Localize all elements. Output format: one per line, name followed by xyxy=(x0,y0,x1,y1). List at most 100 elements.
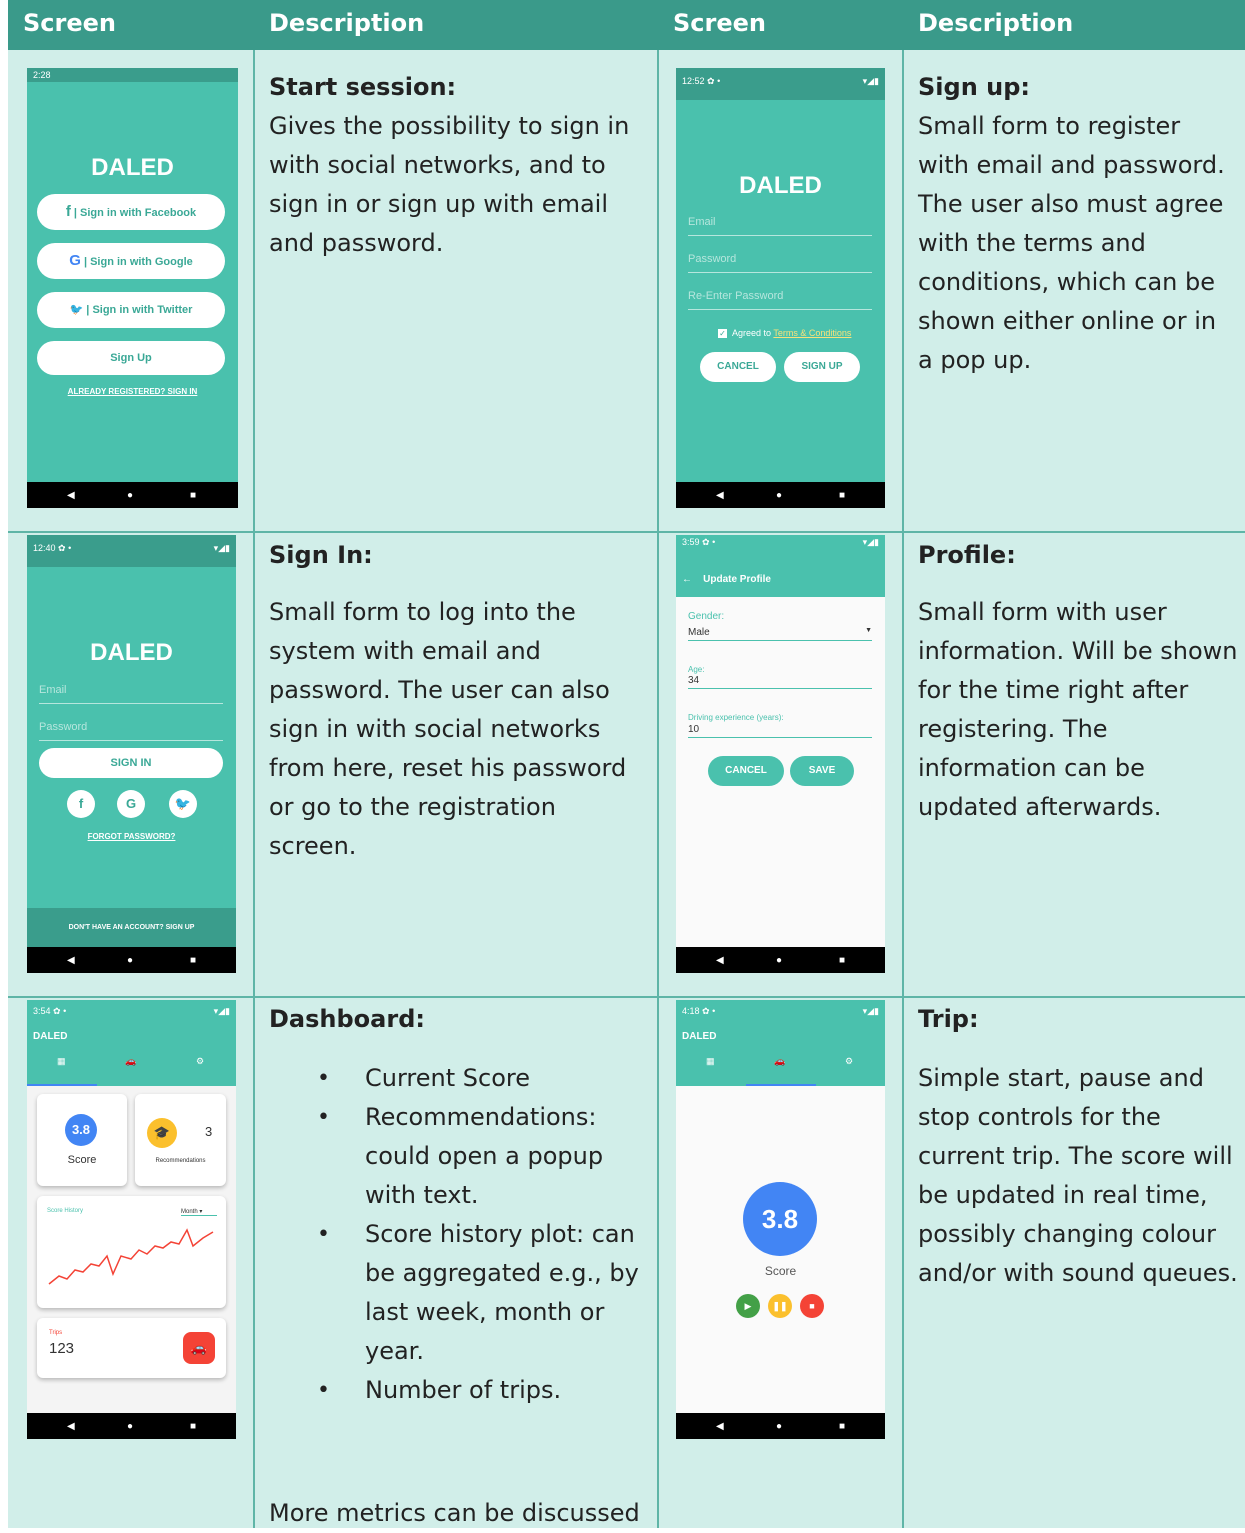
back-icon[interactable]: ◀ xyxy=(67,490,75,501)
android-nav-bar: ◀ ● ■ xyxy=(676,482,885,508)
recents-icon[interactable]: ■ xyxy=(839,490,845,501)
play-icon[interactable]: ▶ xyxy=(736,1294,760,1318)
terms-link[interactable]: Terms & Conditions xyxy=(773,328,851,338)
android-nav-bar: ◀ ● ■ xyxy=(676,1413,885,1439)
reenter-password-field[interactable]: Re-Enter Password xyxy=(688,290,872,310)
recents-icon[interactable]: ■ xyxy=(190,1421,196,1432)
back-icon[interactable]: ◀ xyxy=(67,1421,75,1432)
screen-sign-in: 12:40 ✿ • ▾◢▮ DALED Email Password SIGN I… xyxy=(27,535,236,973)
save-button[interactable]: SAVE xyxy=(790,756,854,786)
bullet-item: Number of trips. xyxy=(317,1371,649,1410)
app-title: DALED xyxy=(33,1031,68,1042)
table-header: Screen Description Screen Description xyxy=(8,0,1245,50)
score-history-title: Score History xyxy=(47,1208,84,1214)
desc-body: Small form with user information. Will b… xyxy=(918,598,1238,821)
score-label: Score xyxy=(67,1154,97,1166)
score-card[interactable]: 3.8 Score xyxy=(37,1094,127,1186)
status-bar: 2:28 xyxy=(27,68,238,82)
score-value: 3.8 xyxy=(65,1114,97,1146)
facebook-signin-button[interactable]: f | Sign in with Facebook xyxy=(37,194,225,230)
screen-profile: 3:59 ✿ • ▾◢▮ ← Update Profile Gender: Mal… xyxy=(676,535,885,973)
screens-table: Screen Description Screen Description St… xyxy=(8,0,1245,1528)
screen-dashboard: 3:54 ✿ • ▾◢▮ DALED ▦ 🚗 ⚙ 3.8 Score 🎓 3 Re… xyxy=(27,1000,236,1439)
sign-up-button[interactable]: Sign Up xyxy=(37,341,225,375)
experience-field[interactable]: 10 xyxy=(688,724,872,738)
trips-card[interactable]: Trips 123 🚗 xyxy=(37,1318,226,1378)
age-label: Age: xyxy=(688,665,705,674)
sign-up-footer[interactable]: DON'T HAVE AN ACCOUNT? SIGN UP xyxy=(27,908,236,947)
recents-icon[interactable]: ■ xyxy=(190,955,196,966)
back-icon[interactable]: ◀ xyxy=(716,1421,724,1432)
desc-body: Gives the possibility to sign in with so… xyxy=(269,112,630,257)
app-logo: DALED xyxy=(91,154,174,181)
stop-icon[interactable]: ■ xyxy=(800,1294,824,1318)
cancel-button[interactable]: CANCEL xyxy=(700,352,776,382)
checkbox-icon[interactable]: ✓ xyxy=(718,329,727,339)
screen-trip: 4:18 ✿ • ▾◢▮ DALED ▦ 🚗 ⚙ 3.8 Score ▶ ❚❚ ■… xyxy=(676,1000,885,1439)
cancel-button[interactable]: CANCEL xyxy=(708,756,784,786)
back-arrow-icon[interactable]: ← xyxy=(682,574,692,585)
gender-label: Gender: xyxy=(688,611,725,622)
email-field[interactable]: Email xyxy=(688,216,872,236)
desc-body: Small form to register with email and pa… xyxy=(918,112,1225,374)
tab-settings-icon[interactable]: ⚙ xyxy=(845,1054,853,1068)
score-history-card: Score History Month ▾ xyxy=(37,1196,226,1308)
desc-title: Sign In: xyxy=(269,541,373,569)
bullet-item: Recommendations: could open a popup with… xyxy=(317,1098,649,1215)
tab-dashboard-icon[interactable]: ▦ xyxy=(706,1054,715,1068)
dropdown-arrow-icon: ▼ xyxy=(865,627,872,634)
home-icon[interactable]: ● xyxy=(776,1421,782,1432)
twitter-icon[interactable]: 🐦 xyxy=(169,790,197,818)
google-icon[interactable]: G xyxy=(117,790,145,818)
gender-select[interactable]: Male ▼ xyxy=(688,627,872,641)
bullet-item: Score history plot: can be aggregated e.… xyxy=(317,1215,649,1371)
desc-profile: Profile: Small form with user informatio… xyxy=(918,536,1238,827)
tab-car-icon[interactable]: 🚗 xyxy=(774,1054,785,1068)
email-field[interactable]: Email xyxy=(39,684,223,704)
home-icon[interactable]: ● xyxy=(127,490,133,501)
desc-trip: Trip: Simple start, pause and stop contr… xyxy=(918,1000,1243,1293)
graduation-cap-icon: 🎓 xyxy=(147,1118,177,1148)
screen-sign-up: 12:52 ✿ • ▾◢▮ DALED Email Password Re-Ent… xyxy=(676,68,885,508)
terms-checkbox-row[interactable]: ✓ Agreed to Terms & Conditions xyxy=(718,328,851,339)
recents-icon[interactable]: ■ xyxy=(839,955,845,966)
facebook-icon[interactable]: f xyxy=(67,790,95,818)
status-bar: 12:52 ✿ • ▾◢▮ xyxy=(676,68,885,100)
back-icon[interactable]: ◀ xyxy=(716,490,724,501)
password-field[interactable]: Password xyxy=(39,721,223,741)
car-icon: 🚗 xyxy=(183,1332,215,1364)
trip-score-value: 3.8 xyxy=(743,1182,817,1256)
desc-sign-up: Sign up: Small form to register with ema… xyxy=(918,68,1238,380)
desc-title: Sign up: xyxy=(918,73,1030,101)
back-icon[interactable]: ◀ xyxy=(67,955,75,966)
desc-title: Dashboard: xyxy=(269,1005,425,1033)
tab-car-icon[interactable]: 🚗 xyxy=(125,1054,136,1068)
google-signin-button[interactable]: G | Sign in with Google xyxy=(37,243,225,279)
status-bar: 12:40 ✿ • ▾◢▮ xyxy=(27,535,236,567)
forgot-password-link[interactable]: FORGOT PASSWORD? xyxy=(27,832,236,841)
period-select[interactable]: Month ▾ xyxy=(181,1208,217,1216)
desc-start-session: Start session: Gives the possibility to … xyxy=(269,68,639,263)
tab-settings-icon[interactable]: ⚙ xyxy=(196,1054,204,1068)
app-bar: 3:59 ✿ • ▾◢▮ ← Update Profile xyxy=(676,535,885,597)
trips-count: 123 xyxy=(49,1340,75,1357)
tab-dashboard-icon[interactable]: ▦ xyxy=(57,1054,66,1068)
back-icon[interactable]: ◀ xyxy=(716,955,724,966)
home-icon[interactable]: ● xyxy=(127,1421,133,1432)
trips-label: Trips xyxy=(49,1330,63,1336)
twitter-signin-button[interactable]: 🐦 | Sign in with Twitter xyxy=(37,292,225,328)
recommendations-card[interactable]: 🎓 3 Recommendations xyxy=(135,1094,226,1186)
home-icon[interactable]: ● xyxy=(776,955,782,966)
already-registered-link[interactable]: ALREADY REGISTERED? SIGN IN xyxy=(27,387,238,396)
recents-icon[interactable]: ■ xyxy=(190,490,196,501)
age-field[interactable]: 34 xyxy=(688,675,872,689)
password-field[interactable]: Password xyxy=(688,253,872,273)
trip-score-label: Score xyxy=(764,1264,797,1278)
desc-title: Profile: xyxy=(918,541,1016,569)
sign-up-button[interactable]: SIGN UP xyxy=(784,352,860,382)
recents-icon[interactable]: ■ xyxy=(839,1421,845,1432)
home-icon[interactable]: ● xyxy=(127,955,133,966)
home-icon[interactable]: ● xyxy=(776,490,782,501)
sign-in-button[interactable]: SIGN IN xyxy=(39,748,223,778)
pause-icon[interactable]: ❚❚ xyxy=(768,1294,792,1318)
